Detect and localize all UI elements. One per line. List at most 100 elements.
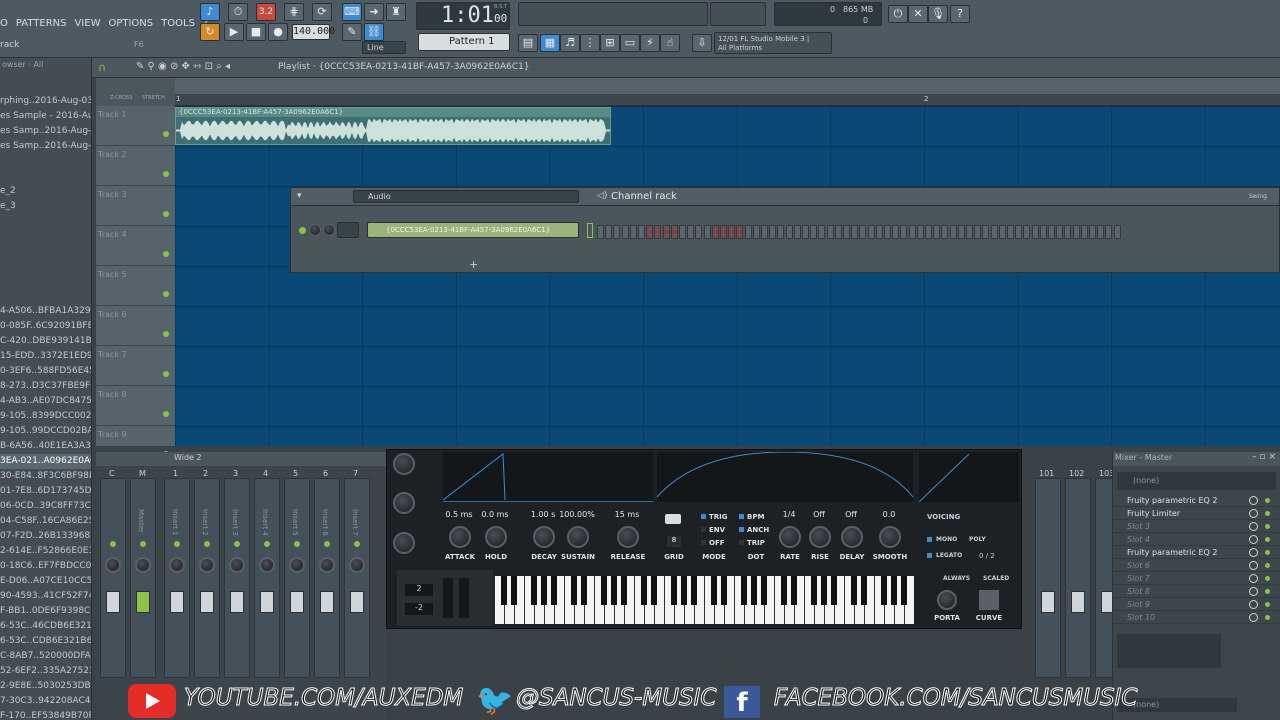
slot-mix-knob[interactable] [1249, 587, 1258, 596]
track-mute-led[interactable] [163, 131, 169, 137]
browser-item[interactable]: 7-30C3..942208AC4288) [0, 694, 91, 709]
plugin-icon[interactable]: ⚡ [640, 34, 660, 52]
step-button[interactable] [720, 225, 727, 239]
track-header[interactable]: Track 4 [96, 226, 175, 266]
mode-option[interactable]: OFF [709, 539, 725, 547]
track-mute-led[interactable] [163, 251, 169, 257]
mixer-fader[interactable] [1041, 591, 1055, 613]
step-button[interactable] [818, 225, 826, 239]
channel-filter-select[interactable]: Audio [353, 190, 579, 203]
effect-slot[interactable]: Fruity parametric EQ 2 [1113, 546, 1280, 559]
track-header[interactable]: Track 3 [96, 186, 175, 226]
browser-item[interactable]: 0-18C6..EF7FBDCC0334) [0, 559, 91, 574]
channel-led[interactable] [299, 227, 306, 234]
browser-item[interactable]: 15-EDD..3372E1ED9FF9) [0, 349, 91, 364]
mixer-pan-knob[interactable] [169, 557, 185, 573]
mixer-led[interactable] [324, 541, 330, 547]
window-controls-icon[interactable]: – ▫ × [1252, 452, 1276, 462]
step-button[interactable] [998, 225, 1006, 239]
mixer-fader[interactable] [320, 591, 334, 613]
black-key[interactable] [891, 576, 897, 605]
step-button[interactable] [703, 225, 711, 239]
menu-item-options[interactable]: OPTIONS [108, 18, 153, 32]
plugin-knob[interactable] [393, 532, 415, 554]
track-mute-led[interactable] [163, 371, 169, 377]
slot-mix-knob[interactable] [1249, 574, 1258, 583]
typing-keyboard-icon[interactable]: ⌨ [342, 3, 362, 21]
mic-icon[interactable]: 🎙 [928, 5, 948, 23]
loop-record-icon[interactable]: ⟳ [312, 3, 332, 21]
slot-led[interactable] [1265, 615, 1270, 620]
mixer-strip[interactable]: 7 Insert 7 [344, 469, 370, 678]
black-key[interactable] [581, 576, 587, 605]
browser-item[interactable]: 8-273..D3C37FBE9FCB) [0, 379, 91, 394]
mixer-strip[interactable]: 5 Insert 5 [284, 469, 310, 678]
mixer-pan-knob[interactable] [229, 557, 245, 573]
magnet-icon[interactable]: ∩ [98, 61, 106, 74]
effect-slot[interactable]: Slot 4 [1113, 533, 1280, 546]
browser-item[interactable]: 07-F2D..26B133968236) [0, 529, 91, 544]
dot-option[interactable]: TRIP [747, 539, 765, 547]
black-key[interactable] [711, 576, 717, 605]
browser-item[interactable]: 0-3EF6..588FD56E4530) [0, 364, 91, 379]
step-button[interactable] [1080, 225, 1088, 239]
tools-icon[interactable]: ✕ [908, 5, 928, 23]
effect-slot[interactable]: Slot 7 [1113, 572, 1280, 585]
pitch-wheel[interactable] [443, 578, 453, 618]
dot-option[interactable]: BPM [747, 513, 764, 521]
step-button[interactable] [916, 225, 924, 239]
step-button[interactable] [990, 225, 998, 239]
envelope-graph[interactable] [442, 452, 653, 502]
browser-item[interactable]: 6-53C..46CDB6E321B6) [0, 619, 91, 634]
curve-control[interactable] [979, 590, 999, 610]
step-button[interactable] [925, 225, 932, 239]
browser-item[interactable] [0, 214, 91, 229]
mixer-fader[interactable] [200, 591, 214, 613]
slot-mix-knob[interactable] [1249, 548, 1258, 557]
step-button[interactable] [605, 225, 613, 239]
blend-icon[interactable]: ⋕ [284, 3, 304, 21]
black-key[interactable] [691, 576, 697, 605]
draw-tool-icon[interactable]: ✎ [342, 23, 362, 41]
mode-option[interactable]: ENV [709, 526, 725, 534]
tempo-display[interactable]: 140.000 [292, 24, 335, 40]
playlist-tools-icon[interactable]: ✎ ⚲ ◉ ⊘ ✥ ⇿ ⊡ ⌕ ◂ [136, 61, 230, 72]
slot-mix-knob[interactable] [1249, 535, 1258, 544]
wait-record-icon[interactable]: ⏱ [228, 3, 248, 21]
black-key[interactable] [551, 576, 557, 605]
youtube-link[interactable]: YOUTUBE.COM/AUXEDM [183, 685, 463, 712]
mixer-led[interactable] [294, 541, 300, 547]
project-icon[interactable]: ▭ [620, 34, 640, 52]
browser-item[interactable]: e_3 [0, 199, 91, 214]
menu-item-file[interactable]: O [0, 18, 8, 32]
touch-icon[interactable]: ☝ [660, 34, 680, 52]
browser-item[interactable]: 6-53C..CDB6E321B6)_2 [0, 634, 91, 649]
playlist-grid[interactable] [175, 106, 1280, 446]
browser-item[interactable]: es Samp..2016-Aug-03_2 [0, 124, 91, 139]
input-select[interactable]: (none) [1117, 472, 1276, 490]
mixer-pan-knob[interactable] [319, 557, 335, 573]
black-key[interactable] [881, 576, 887, 605]
step-button[interactable] [810, 225, 818, 239]
step-button[interactable] [826, 225, 834, 239]
mixer-strip[interactable]: 101 [1035, 469, 1061, 678]
step-button[interactable] [752, 225, 760, 239]
step-button[interactable] [982, 225, 990, 239]
step-button[interactable] [974, 225, 982, 239]
mixer-strip[interactable]: 3 Insert 3 [224, 469, 250, 678]
step-button[interactable] [957, 225, 965, 239]
track-header[interactable]: Track 7 [96, 346, 175, 386]
lfo-knob[interactable] [779, 526, 801, 548]
step-button[interactable] [1039, 225, 1047, 239]
pattern-selector[interactable]: Pattern 1 [418, 33, 510, 51]
browser-item[interactable]: 52-6EF2..335A275234A5) [0, 664, 91, 679]
step-button[interactable] [711, 225, 719, 239]
black-key[interactable] [791, 576, 797, 605]
slot-led[interactable] [1265, 537, 1270, 542]
step-button[interactable] [1015, 225, 1023, 239]
lfo-knob[interactable] [809, 526, 831, 548]
facebook-link[interactable]: FACEBOOK.COM/SANCUSMUSIC [774, 685, 1138, 712]
env-knob[interactable] [567, 526, 589, 548]
black-key[interactable] [611, 576, 617, 605]
step-button[interactable] [900, 225, 908, 239]
